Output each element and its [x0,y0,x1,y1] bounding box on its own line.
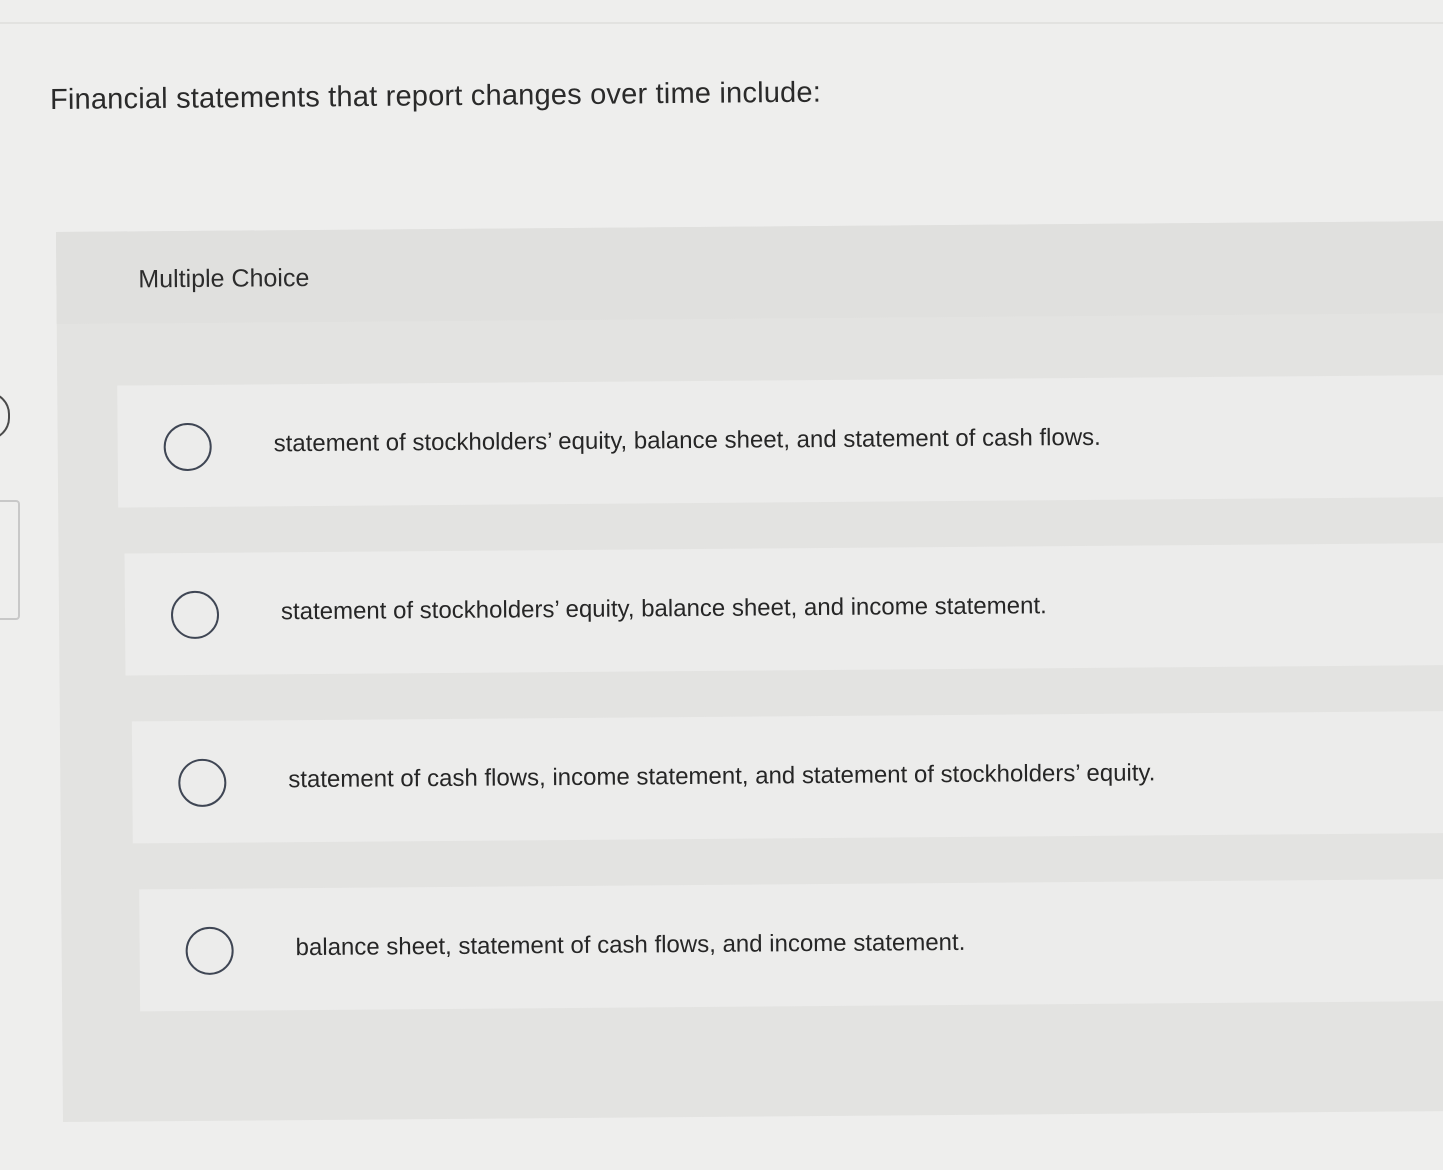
multiple-choice-label: Multiple Choice [138,264,310,294]
radio-button-icon[interactable] [185,926,234,976]
radio-button-icon[interactable] [178,758,227,808]
answer-option-1[interactable]: statement of stockholders’ equity, balan… [117,374,1443,508]
top-divider [0,22,1443,24]
answer-option-text: balance sheet, statement of cash flows, … [295,928,966,962]
answer-option-3[interactable]: statement of cash flows, income statemen… [131,710,1443,844]
radio-button-icon[interactable] [170,590,220,640]
answer-option-4[interactable]: balance sheet, statement of cash flows, … [139,878,1443,1012]
radio-button-icon[interactable] [163,422,212,472]
answer-option-2[interactable]: statement of stockholders’ equity, balan… [124,542,1443,676]
multiple-choice-panel: Multiple Choice statement of stockholder… [56,220,1443,1122]
left-edge-control [0,392,10,440]
question-prompt: Financial statements that report changes… [49,76,822,116]
answer-option-text: statement of stockholders’ equity, balan… [280,592,1047,626]
answer-option-text: statement of stockholders’ equity, balan… [273,423,1101,458]
left-edge-panel [0,500,20,620]
answer-option-text: statement of cash flows, income statemen… [288,759,1156,794]
multiple-choice-header: Multiple Choice [56,220,1443,324]
